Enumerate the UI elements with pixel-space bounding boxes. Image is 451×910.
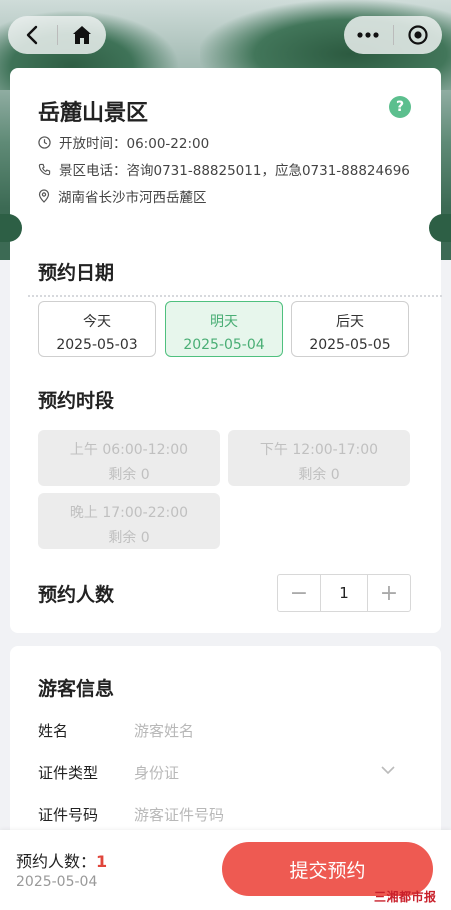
slot-time: 晚上 17:00-22:00: [69, 505, 189, 521]
back-button[interactable]: [8, 16, 57, 54]
ticket-notch-right: [429, 214, 451, 242]
visitor-card: 游客信息 姓名 游客姓名 证件类型 身份证 证件号码 游客证件号码: [10, 646, 441, 846]
help-icon[interactable]: ?: [389, 96, 411, 118]
booking-card: 岳麓山景区 ? 开放时间：06:00-22:00 景区电话：咨询0731-888…: [0, 68, 451, 633]
date-option-label: 明天: [210, 314, 238, 330]
phone-icon: [38, 163, 51, 175]
location-icon: [38, 189, 50, 203]
name-label: 姓名: [38, 722, 69, 740]
date-option-today[interactable]: 今天 2025-05-03: [38, 301, 156, 357]
close-miniprogram-button[interactable]: [394, 16, 443, 54]
open-time-row: 开放时间：06:00-22:00: [38, 132, 209, 152]
home-button[interactable]: [58, 16, 107, 54]
address-text: 湖南省长沙市河西岳麓区: [58, 190, 207, 206]
footer-date: 2025-05-04: [16, 874, 98, 890]
scenic-title: 岳麓山景区: [38, 101, 149, 126]
date-option-date: 2025-05-03: [56, 337, 138, 353]
people-section-title: 预约人数: [38, 584, 115, 606]
slot-afternoon[interactable]: 下午 12:00-17:00 剩余 0: [228, 430, 410, 486]
date-option-tomorrow[interactable]: 明天 2025-05-04: [165, 301, 283, 357]
address-row: 湖南省长沙市河西岳麓区: [38, 186, 207, 206]
increment-button[interactable]: +: [368, 575, 410, 611]
slot-evening[interactable]: 晚上 17:00-22:00 剩余 0: [38, 493, 220, 549]
date-option-date: 2025-05-05: [309, 337, 391, 353]
slot-time: 上午 06:00-12:00: [69, 442, 189, 458]
phone-text[interactable]: 景区电话：咨询0731-88825011，应急0731-88824696: [59, 159, 410, 179]
phone-row: 景区电话：咨询0731-88825011，应急0731-88824696: [38, 159, 410, 179]
id-number-label: 证件号码: [38, 806, 99, 824]
slot-remain: 剩余 0: [108, 530, 150, 546]
slot-remain: 剩余 0: [298, 467, 340, 483]
footer-count-label: 预约人数：: [16, 852, 97, 871]
clock-icon: [38, 135, 51, 149]
nav-capsule-left: [8, 16, 106, 54]
more-button[interactable]: [344, 16, 393, 54]
nav-capsule-right: [344, 16, 442, 54]
slot-time: 下午 12:00-17:00: [259, 442, 379, 458]
id-type-label: 证件类型: [38, 764, 99, 782]
home-icon: [72, 26, 91, 44]
more-icon: [357, 32, 379, 38]
decrement-button[interactable]: −: [278, 575, 320, 611]
footer-count-value: 1: [96, 852, 108, 871]
ticket-notch-left: [0, 214, 22, 242]
chevron-down-icon[interactable]: [380, 764, 396, 776]
slot-section-title: 预约时段: [38, 390, 115, 412]
date-option-day-after[interactable]: 后天 2025-05-05: [291, 301, 409, 357]
id-number-input[interactable]: 游客证件号码: [134, 804, 224, 825]
back-icon: [27, 25, 38, 45]
slot-morning[interactable]: 上午 06:00-12:00 剩余 0: [38, 430, 220, 486]
ticket-divider: [28, 295, 442, 297]
people-stepper: − 1 +: [277, 574, 411, 612]
name-input[interactable]: 游客姓名: [134, 720, 194, 741]
footer-count: 预约人数：1: [16, 848, 107, 872]
slot-remain: 剩余 0: [108, 467, 150, 483]
date-option-date: 2025-05-04: [183, 337, 265, 353]
id-type-select[interactable]: 身份证: [134, 762, 179, 783]
visitor-section-title: 游客信息: [38, 678, 115, 700]
date-option-label: 今天: [83, 314, 111, 330]
date-section-title: 预约日期: [38, 262, 115, 284]
people-count-value[interactable]: 1: [320, 575, 368, 611]
bottom-bar: 预约人数：1 2025-05-04 提交预约 三湘都市报: [0, 830, 451, 910]
date-option-label: 后天: [336, 314, 364, 330]
watermark-logo: 三湘都市报: [374, 890, 437, 904]
open-time-text: 开放时间：06:00-22:00: [59, 136, 210, 152]
close-target-icon: [408, 25, 428, 45]
